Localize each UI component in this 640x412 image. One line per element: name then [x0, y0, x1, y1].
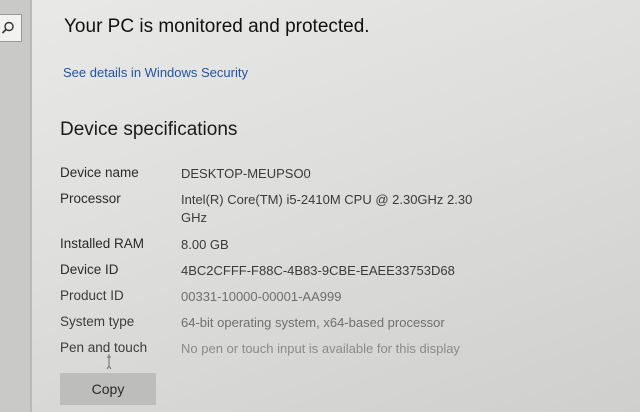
see-details-link[interactable]: See details in Windows Security [63, 65, 248, 80]
spec-value: Intel(R) Core(TM) i5-2410M CPU @ 2.30GHz… [181, 192, 473, 225]
mouse-cursor-icon [106, 354, 112, 370]
spec-value: 00331-10000-00001-AA999 [181, 289, 342, 304]
spec-label: Processor [60, 191, 121, 206]
spec-value: 4BC2CFFF-F88C-4B83-9CBE-EAEE33753D68 [181, 263, 455, 278]
spec-value: DESKTOP-MEUPSO0 [181, 166, 311, 181]
device-specifications-heading: Device specifications [60, 119, 238, 140]
spec-label: Pen and touch [60, 340, 148, 355]
security-status-title: Your PC is monitored and protected. [64, 16, 370, 37]
spec-value: 8.00 GB [181, 237, 229, 252]
search-box[interactable] [0, 14, 22, 42]
spec-label: Device name [60, 165, 139, 180]
spec-label: System type [60, 314, 135, 329]
spec-value: No pen or touch input is available for t… [181, 341, 460, 356]
search-icon [1, 21, 14, 34]
spec-label: Device ID [60, 262, 119, 277]
spec-value: 64-bit operating system, x64-based proce… [181, 315, 445, 330]
about-panel: Your PC is monitored and protected. See … [32, 0, 640, 412]
side-navigation-strip [0, 0, 32, 412]
spec-label: Product ID [60, 288, 124, 303]
copy-button[interactable]: Copy [60, 373, 156, 405]
spec-label: Installed RAM [60, 236, 145, 251]
